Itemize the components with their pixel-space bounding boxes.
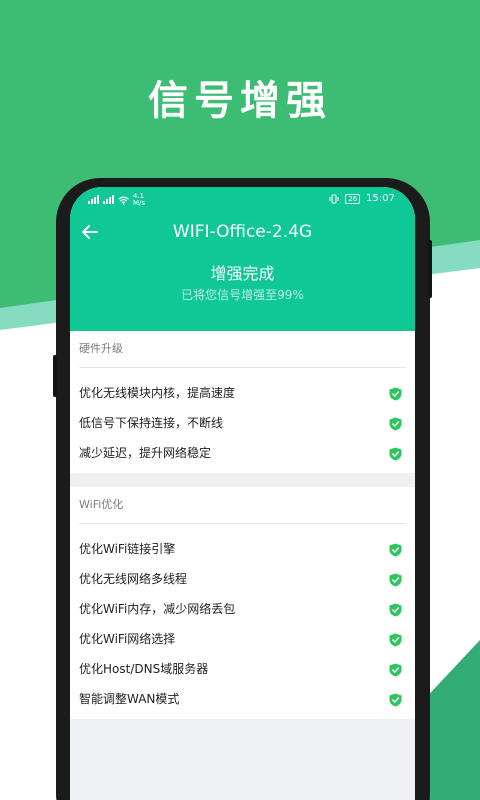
shield-check-icon bbox=[389, 573, 402, 587]
network-speed: 4.1 M/s bbox=[133, 193, 145, 207]
shield-check-icon bbox=[389, 543, 402, 557]
shield-check-icon bbox=[389, 387, 402, 401]
back-arrow-icon bbox=[82, 225, 98, 239]
phone-side-button bbox=[428, 240, 432, 298]
back-button[interactable] bbox=[78, 220, 102, 244]
list-item: 优化WiFi网络选择 bbox=[70, 624, 415, 654]
boost-status-subtitle: 已将您信号增强至99% bbox=[181, 288, 304, 302]
list-item: 智能调整WAN模式 bbox=[70, 684, 415, 714]
wifi-icon bbox=[118, 196, 129, 205]
optimization-list: 优化无线模块内核，提高速度 低信号下保持连接，不断线 减少延迟，提升网络稳定 bbox=[70, 368, 415, 468]
item-label: 优化WiFi链接引擎 bbox=[79, 542, 176, 556]
list-item: 优化WiFi内存，减少网络丢包 bbox=[70, 594, 415, 624]
list-item: 优化无线模块内核，提高速度 bbox=[70, 378, 415, 408]
battery-icon: 26 bbox=[345, 193, 361, 204]
list-item: 减少延迟，提升网络稳定 bbox=[70, 438, 415, 468]
list-item: 优化Host/DNS域服务器 bbox=[70, 654, 415, 684]
shield-check-icon bbox=[389, 633, 402, 647]
item-label: 低信号下保持连接，不断线 bbox=[79, 416, 224, 430]
item-label: 减少延迟，提升网络稳定 bbox=[79, 446, 212, 460]
shield-check-icon bbox=[389, 663, 402, 677]
clock: 15:07 bbox=[366, 193, 395, 204]
network-speed-unit: M/s bbox=[133, 199, 146, 207]
item-label: 优化无线网络多线程 bbox=[79, 572, 188, 586]
list-item: 优化无线网络多线程 bbox=[70, 564, 415, 594]
section-card-hardware: 硬件升级 优化无线模块内核，提高速度 低信号下保持连接，不断线 减少延迟，提升网… bbox=[70, 331, 415, 473]
status-right: 26 15:07 bbox=[329, 193, 395, 204]
status-bar: 4.1 M/s 26 15:07 bbox=[70, 191, 415, 207]
shield-check-icon bbox=[389, 603, 402, 617]
item-label: 优化Host/DNS域服务器 bbox=[79, 662, 209, 676]
promo-headline: 信号增强 bbox=[148, 78, 332, 124]
header-area: 4.1 M/s 26 15:07 WIFI-Office-2.4G 增强完成 已… bbox=[70, 187, 415, 331]
optimization-list: 优化WiFi链接引擎 优化无线网络多线程 优化WiFi内存，减少网络丢包 优化W… bbox=[70, 524, 415, 714]
shield-check-icon bbox=[389, 417, 402, 431]
section-title: WiFi优化 bbox=[79, 498, 124, 511]
phone-side-button bbox=[53, 355, 57, 397]
signal-icon bbox=[88, 195, 99, 204]
list-item: 低信号下保持连接，不断线 bbox=[70, 408, 415, 438]
shield-check-icon bbox=[389, 447, 402, 461]
item-label: 优化无线模块内核，提高速度 bbox=[79, 386, 236, 400]
vibrate-icon bbox=[329, 194, 339, 203]
boost-status-title: 增强完成 bbox=[210, 264, 275, 283]
item-label: 优化WiFi内存，减少网络丢包 bbox=[79, 602, 236, 616]
list-item: 优化WiFi链接引擎 bbox=[70, 534, 415, 564]
section-card-wifi: WiFi优化 优化WiFi链接引擎 优化无线网络多线程 优化WiFi内存，减少网… bbox=[70, 487, 415, 719]
item-label: 优化WiFi网络选择 bbox=[79, 632, 176, 646]
item-label: 智能调整WAN模式 bbox=[79, 692, 180, 706]
phone-screen: 4.1 M/s 26 15:07 WIFI-Office-2.4G 增强完成 已… bbox=[70, 187, 415, 800]
shield-check-icon bbox=[389, 693, 402, 707]
status-left: 4.1 M/s bbox=[88, 193, 145, 207]
section-title: 硬件升级 bbox=[79, 342, 123, 355]
network-name-title: WIFI-Office-2.4G bbox=[172, 222, 313, 242]
signal-icon bbox=[103, 195, 114, 204]
